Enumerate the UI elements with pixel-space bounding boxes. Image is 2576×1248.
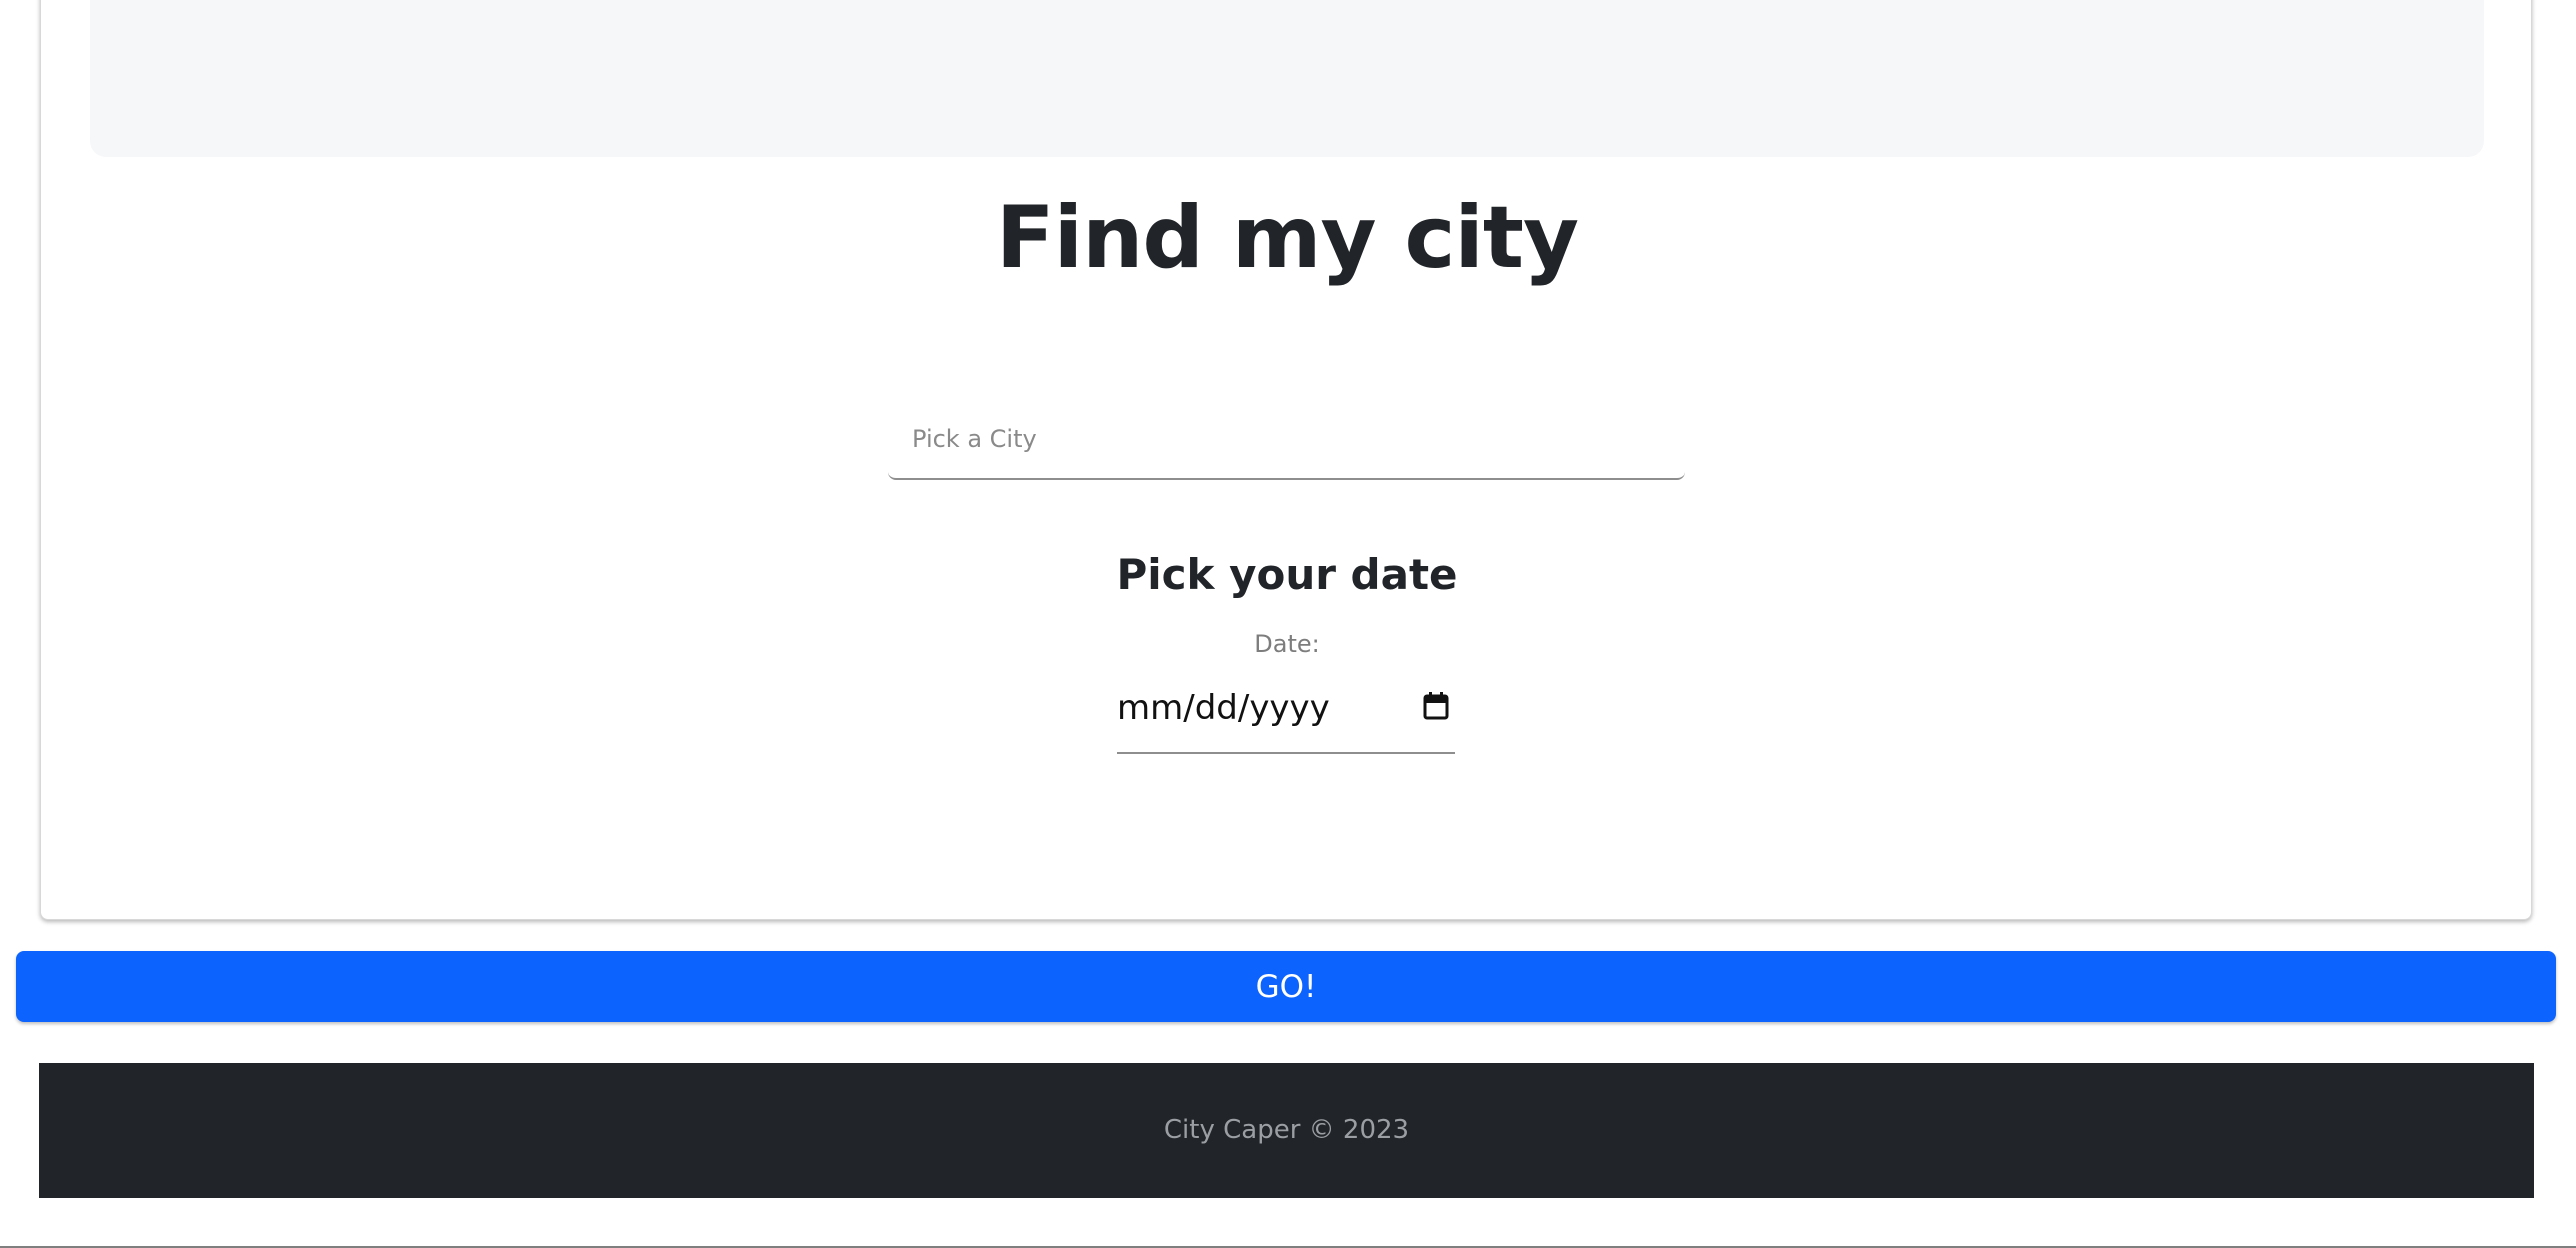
date-label: Date: (1254, 630, 1320, 658)
footer-copyright: City Caper © 2023 (1163, 1115, 1410, 1145)
city-search-card: Find my city Pick your date Date: mm/dd/… (40, 0, 2532, 920)
date-value[interactable]: mm/dd/yyyy (1117, 688, 1330, 728)
go-button[interactable]: GO! (16, 951, 2556, 1022)
city-input-wrapper (888, 400, 1685, 480)
calendar-icon[interactable] (1423, 692, 1449, 720)
city-input[interactable] (888, 400, 1685, 478)
footer: City Caper © 2023 (39, 1063, 2534, 1198)
date-input[interactable]: mm/dd/yyyy (1117, 680, 1455, 754)
page-title: Find my city (995, 188, 1579, 288)
hero-banner (90, 0, 2484, 157)
date-heading: Pick your date (1116, 550, 1458, 599)
page: Find my city Pick your date Date: mm/dd/… (0, 0, 2576, 1248)
